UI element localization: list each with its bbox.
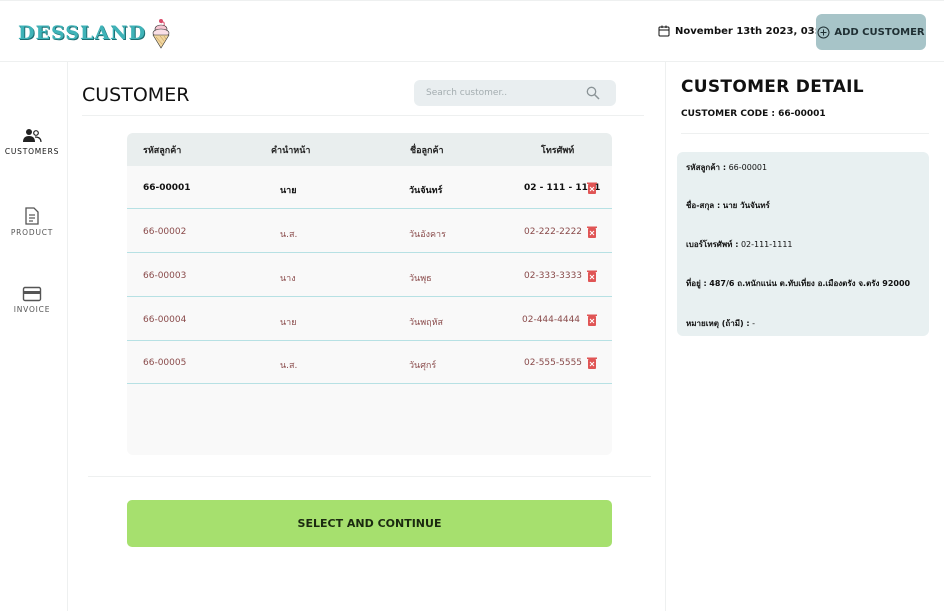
cell-prefix: นาย — [280, 318, 297, 328]
brand-name: DESSLAND — [18, 22, 146, 44]
cell-name: วันพุธ — [409, 274, 432, 284]
delete-icon[interactable] — [587, 314, 597, 326]
detail-field: ชื่อ-สกุล : นาย วันจันทร์ — [686, 199, 770, 212]
table-row[interactable]: 66-00003 นาง วันพุธ 02-333-3333 — [127, 254, 612, 297]
divider — [681, 133, 929, 134]
field-value: 487/6 ถ.หนักแน่น ต.ทับเที่ยง อ.เมืองตรัง… — [709, 279, 911, 288]
table-header: รหัสลูกค้า คำนำหน้า ชื่อลูกค้า โทรศัพท์ — [127, 133, 612, 166]
detail-field: เบอร์โทรศัพท์ : 02-111-1111 — [686, 238, 793, 251]
customer-table: รหัสลูกค้า คำนำหน้า ชื่อลูกค้า โทรศัพท์ … — [127, 133, 612, 455]
cell-phone: 02-444-4444 — [522, 315, 581, 325]
dessert-icon — [152, 19, 170, 49]
field-label: ที่อยู่ : — [686, 279, 707, 288]
divider — [88, 476, 651, 477]
header-prefix: คำนำหน้า — [271, 145, 311, 156]
field-label: ชื่อ-สกุล : — [686, 201, 721, 210]
table-row[interactable]: 66-00004 นาย วันพฤหัส 02-444-4444 — [127, 298, 612, 341]
field-value: นาย วันจันทร์ — [722, 201, 770, 210]
cell-phone: 02-222-2222 — [524, 227, 583, 237]
sidebar: CUSTOMERS PRODUCT INVOICE — [0, 62, 68, 611]
logo[interactable]: DESSLAND — [18, 17, 172, 49]
document-icon — [25, 207, 39, 225]
search-icon[interactable] — [586, 86, 600, 100]
add-customer-label: ADD CUSTOMER — [834, 26, 925, 38]
field-value: 02-111-1111 — [740, 240, 793, 249]
table-row[interactable]: 66-00001 นาย วันจันทร์ 02 - 111 - 1111 — [127, 166, 612, 209]
cell-phone: 02-555-5555 — [524, 358, 583, 368]
cell-prefix: นาง — [280, 274, 296, 284]
top-bar: DESSLAND November 13th 2023, 03:42 PM AD… — [0, 0, 944, 62]
sidebar-item-label: PRODUCT — [10, 228, 54, 237]
sidebar-item-invoice[interactable]: INVOICE — [0, 286, 64, 314]
customer-detail-panel: CUSTOMER DETAIL CUSTOMER CODE : 66-00001… — [665, 62, 944, 611]
table-row[interactable]: 66-00002 น.ส. วันอังคาร 02-222-2222 — [127, 210, 612, 253]
header-phone: โทรศัพท์ — [541, 145, 575, 156]
delete-icon[interactable] — [587, 357, 597, 369]
search-input[interactable] — [426, 88, 586, 98]
header-name: ชื่อลูกค้า — [410, 145, 444, 156]
cell-prefix: นาย — [280, 186, 297, 196]
add-customer-button[interactable]: ADD CUSTOMER — [816, 14, 926, 50]
cell-code: 66-00001 — [143, 183, 191, 193]
sidebar-item-product[interactable]: PRODUCT — [0, 207, 64, 237]
delete-icon[interactable] — [587, 226, 597, 238]
cell-code: 66-00002 — [143, 227, 187, 237]
table-row[interactable]: 66-00005 น.ส. วันศุกร์ 02-555-5555 — [127, 341, 612, 384]
delete-icon[interactable] — [587, 182, 597, 194]
field-label: หมายเหตุ (ถ้ามี) : — [686, 319, 750, 328]
cell-prefix: น.ส. — [280, 361, 298, 371]
detail-customer-code: CUSTOMER CODE : 66-00001 — [681, 109, 826, 119]
select-continue-button[interactable]: SELECT AND CONTINUE — [127, 500, 612, 547]
cell-code: 66-00004 — [143, 315, 187, 325]
cell-name: วันอังคาร — [409, 230, 446, 240]
page-title: CUSTOMER — [82, 84, 190, 106]
detail-field: ที่อยู่ : 487/6 ถ.หนักแน่น ต.ทับเที่ยง อ… — [686, 277, 910, 290]
field-label: รหัสลูกค้า : — [686, 163, 727, 172]
detail-card: รหัสลูกค้า : 66-00001 ชื่อ-สกุล : นาย วั… — [677, 152, 929, 336]
cell-code: 66-00005 — [143, 358, 187, 368]
page: DESSLAND November 13th 2023, 03:42 PM AD… — [0, 0, 944, 611]
sidebar-item-label: INVOICE — [13, 305, 51, 314]
cell-prefix: น.ส. — [280, 230, 298, 240]
delete-icon[interactable] — [587, 270, 597, 282]
customers-icon — [23, 129, 42, 143]
detail-field: รหัสลูกค้า : 66-00001 — [686, 161, 767, 174]
sidebar-item-customers[interactable]: CUSTOMERS — [0, 128, 64, 156]
cell-name: วันพฤหัส — [409, 318, 444, 328]
plus-circle-icon — [817, 26, 830, 38]
field-value: - — [752, 319, 756, 328]
search-box[interactable] — [414, 80, 616, 106]
detail-title: CUSTOMER DETAIL — [681, 77, 864, 97]
cell-phone: 02-333-3333 — [524, 271, 583, 281]
detail-field: หมายเหตุ (ถ้ามี) : - — [686, 317, 755, 330]
cell-name: วันจันทร์ — [409, 186, 443, 196]
header-code: รหัสลูกค้า — [143, 145, 182, 156]
field-value: 66-00001 — [728, 163, 768, 172]
card-icon — [22, 286, 42, 302]
field-label: เบอร์โทรศัพท์ : — [686, 240, 739, 249]
cell-name: วันศุกร์ — [409, 361, 437, 371]
cell-code: 66-00003 — [143, 271, 187, 281]
sidebar-item-label: CUSTOMERS — [4, 147, 60, 156]
divider — [82, 115, 644, 116]
calendar-icon — [658, 25, 670, 37]
